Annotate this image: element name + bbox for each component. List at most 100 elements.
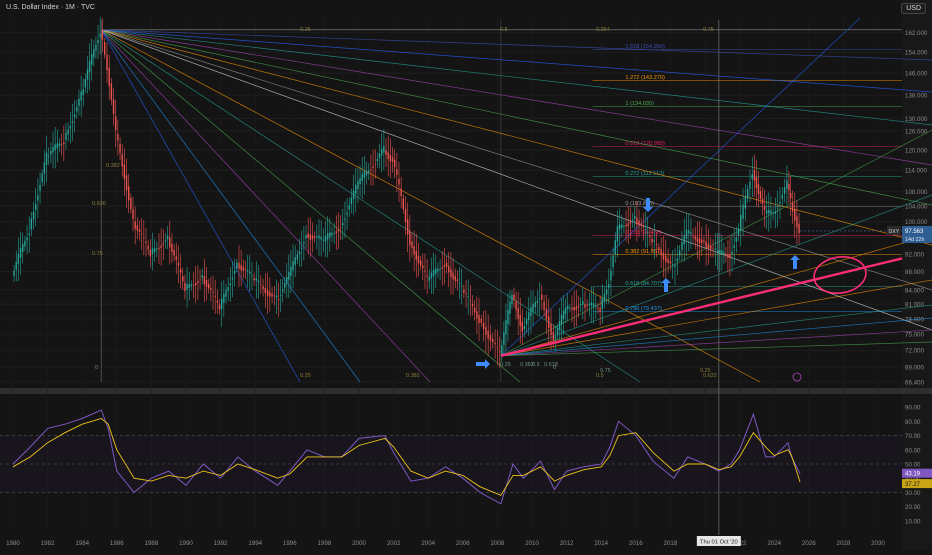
candle-body [67, 129, 69, 135]
candle-body [255, 278, 258, 281]
candle-body [246, 270, 249, 272]
price-tick-label: 104.000 [905, 204, 928, 211]
candle-body [586, 304, 588, 306]
candle-body [212, 292, 214, 293]
candle-body [577, 305, 580, 308]
candle-body [428, 277, 430, 281]
candle-body [236, 262, 238, 269]
candle-body [649, 235, 651, 238]
candle-body [698, 238, 701, 244]
candle-body [400, 188, 402, 197]
candle-body [452, 272, 454, 280]
candle-body [627, 223, 629, 227]
candle-body [729, 254, 731, 259]
candle-body [266, 289, 269, 296]
candle-body [592, 303, 595, 307]
candle-body [231, 277, 234, 280]
candle-body [478, 315, 480, 323]
candle-body [225, 290, 227, 297]
candle-body [599, 308, 601, 312]
candle-body [84, 79, 87, 88]
candle-body [242, 267, 245, 271]
candle-body [783, 187, 786, 194]
candle-body [735, 237, 738, 242]
rsi-tick-label: 60.00 [905, 447, 921, 454]
candle-body [208, 284, 210, 289]
candle-body [757, 184, 760, 195]
price-tick-label: 138.000 [905, 93, 928, 100]
candle-body [662, 252, 665, 260]
candle-body [73, 114, 76, 118]
candle-body [616, 225, 619, 242]
candle-body [197, 281, 199, 284]
candle-body [361, 174, 363, 182]
candle-body [413, 246, 415, 255]
candle-body [776, 207, 779, 209]
candle-body [623, 225, 625, 227]
chart-title: U.S. Dollar Index · 1M · TVC [6, 4, 95, 11]
rsi-tick-label: 30.00 [905, 490, 921, 497]
candle-body [149, 249, 152, 257]
candle-body [437, 268, 439, 272]
candle-body [290, 266, 292, 277]
candle-body [564, 307, 567, 314]
candle-body [489, 334, 492, 341]
candle-body [316, 236, 318, 238]
time-tick-label: 2008 [491, 540, 505, 547]
candle-body [173, 249, 175, 256]
candle-body [307, 233, 309, 239]
candle-body [78, 98, 80, 106]
candle-body [171, 243, 173, 252]
candle-body [517, 307, 519, 319]
fan-ratio-label: 0.5 [500, 27, 508, 33]
time-tick-label: 2000 [352, 540, 366, 547]
candle-body [19, 248, 22, 258]
candle-body [569, 307, 571, 309]
chart-svg[interactable]: 162.000154.000146.000138.000130.000126.0… [0, 0, 932, 550]
candle-body [76, 106, 78, 112]
chart-canvas[interactable]: 162.000 154.000 146.000 138.000 130.000 126.0… [0, 0, 932, 550]
candle-body [214, 296, 216, 298]
candle-body [768, 209, 770, 214]
last-symbol-label: DXY [889, 229, 900, 235]
candle-body [110, 83, 113, 100]
candle-body [409, 230, 411, 246]
candle-body [710, 245, 712, 250]
candle-body [406, 219, 409, 235]
candle-body [45, 152, 48, 165]
price-tick-label: 146.000 [905, 71, 928, 78]
candle-body [636, 217, 638, 225]
candle-body [205, 280, 208, 287]
candle-body [770, 210, 772, 214]
candle-body [339, 227, 342, 229]
candle-body [685, 229, 688, 239]
candle-body [52, 146, 54, 153]
candle-body [134, 221, 136, 229]
rsi-ma-value-label: 37.27 [905, 482, 921, 488]
candle-body [195, 282, 197, 286]
candle-body [123, 164, 126, 179]
candle-body [22, 243, 24, 253]
candle-body [101, 29, 104, 40]
fan-ratio-label: 0.75 [703, 27, 714, 33]
candle-body [218, 304, 221, 310]
candle-body [499, 351, 501, 353]
candle-body [32, 211, 35, 220]
candle-body [772, 212, 774, 214]
candle-body [24, 240, 26, 247]
fan-bottom-label: 0 [95, 365, 98, 371]
candle-body [99, 33, 101, 37]
candle-body [473, 307, 476, 313]
candle-body [54, 144, 56, 151]
fan-ratio-label: 0.25 [700, 368, 711, 374]
candle-body [545, 308, 548, 320]
candle-body [43, 162, 46, 174]
candle-body [50, 151, 52, 155]
currency-button[interactable]: USD [901, 3, 926, 14]
candle-body [240, 264, 242, 271]
price-tick-label: 88.000 [905, 269, 924, 276]
candle-body [614, 240, 616, 255]
candle-body [525, 318, 528, 325]
time-tick-label: 1980 [6, 540, 20, 547]
candle-body [737, 228, 740, 236]
